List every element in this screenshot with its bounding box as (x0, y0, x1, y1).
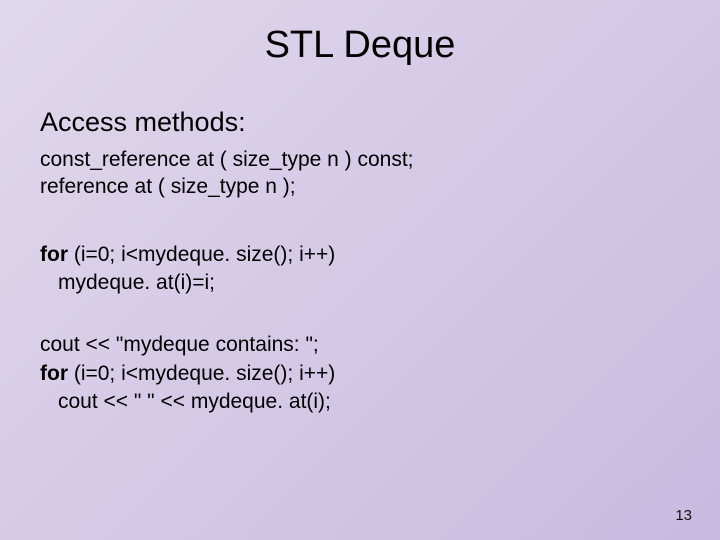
code-body: mydeque. at(i)=i; (40, 269, 215, 297)
code-line: cout << "mydeque contains: "; (40, 331, 680, 359)
for-keyword: for (40, 362, 68, 385)
signature-line: const_reference at ( size_type n ) const… (40, 146, 680, 173)
code-example-2: cout << "mydeque contains: "; for (i=0; … (40, 331, 680, 416)
section-heading: Access methods: (40, 107, 680, 138)
method-signatures: const_reference at ( size_type n ) const… (40, 146, 680, 201)
code-example-1: for (i=0; i<mydeque. size(); i++) mydequ… (40, 241, 680, 298)
code-line: cout << " " << mydeque. at(i); (40, 388, 680, 416)
for-condition: (i=0; i<mydeque. size(); i++) (68, 243, 335, 266)
code-line: mydeque. at(i)=i; (40, 269, 680, 297)
code-line: for (i=0; i<mydeque. size(); i++) (40, 241, 680, 269)
slide: STL Deque Access methods: const_referenc… (0, 0, 720, 540)
code-line: for (i=0; i<mydeque. size(); i++) (40, 360, 680, 388)
page-title: STL Deque (40, 24, 680, 67)
signature-line: reference at ( size_type n ); (40, 173, 680, 200)
for-keyword: for (40, 243, 68, 266)
code-body: cout << " " << mydeque. at(i); (40, 388, 331, 416)
for-condition: (i=0; i<mydeque. size(); i++) (68, 362, 335, 385)
page-number: 13 (675, 507, 692, 524)
